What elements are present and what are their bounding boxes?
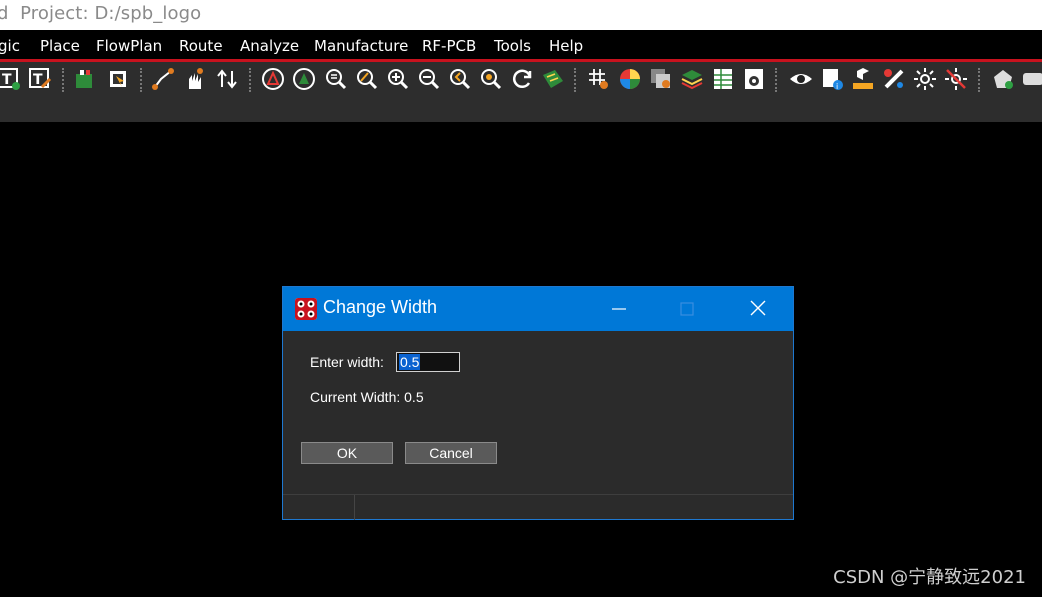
maximize-icon bbox=[680, 302, 694, 316]
component-select-icon[interactable] bbox=[106, 67, 130, 91]
toolbar-separator bbox=[249, 68, 251, 92]
menu-tools[interactable]: Tools bbox=[494, 37, 531, 55]
settings-doc-icon[interactable] bbox=[742, 67, 766, 91]
grid-icon[interactable] bbox=[587, 67, 611, 91]
brightness-icon[interactable] bbox=[913, 67, 937, 91]
color-wheel-icon[interactable] bbox=[618, 67, 642, 91]
dialog-status-bar bbox=[283, 494, 793, 520]
refresh-icon[interactable] bbox=[510, 67, 534, 91]
cancel-button[interactable]: Cancel bbox=[405, 442, 497, 464]
spreadsheet-icon[interactable] bbox=[711, 67, 735, 91]
zoom-previous-icon[interactable] bbox=[448, 67, 472, 91]
component-green-icon[interactable] bbox=[73, 67, 97, 91]
zoom-out-icon[interactable] bbox=[417, 67, 441, 91]
menu-bar: gic Place FlowPlan Route Analyze Manufac… bbox=[0, 30, 1042, 62]
menu-place[interactable]: Place bbox=[40, 37, 80, 55]
zoom-center-icon[interactable] bbox=[479, 67, 503, 91]
app-titlebar: d Project: D:/spb_logo bbox=[0, 0, 1042, 30]
drc-green-icon[interactable] bbox=[292, 67, 316, 91]
zoom-in-icon[interactable] bbox=[386, 67, 410, 91]
width-input-value: 0.5 bbox=[399, 354, 421, 370]
toolbar-separator bbox=[140, 68, 142, 92]
measure-icon[interactable] bbox=[851, 67, 875, 91]
svg-text:i: i bbox=[836, 82, 838, 91]
drc-red-icon[interactable] bbox=[261, 67, 285, 91]
minimize-button[interactable] bbox=[599, 295, 639, 323]
window-title: d Project: D:/spb_logo bbox=[0, 3, 202, 24]
menu-route[interactable]: Route bbox=[179, 37, 223, 55]
route-connect-icon[interactable] bbox=[151, 67, 175, 91]
dialog-title: Change Width bbox=[323, 297, 438, 317]
watermark: CSDN @宁静致远2021 bbox=[833, 567, 1026, 588]
visibility-eye-icon[interactable] bbox=[789, 67, 813, 91]
toolbar-separator bbox=[978, 68, 980, 92]
menu-flowplan[interactable]: FlowPlan bbox=[96, 37, 162, 55]
minimize-icon bbox=[612, 308, 626, 310]
layers-icon[interactable] bbox=[680, 67, 704, 91]
width-input[interactable]: 0.5 bbox=[396, 352, 460, 372]
menu-logic[interactable]: gic bbox=[0, 37, 20, 55]
close-button[interactable] bbox=[738, 295, 778, 323]
toolbar-row-2 bbox=[0, 98, 1042, 122]
board-3d-icon[interactable] bbox=[541, 67, 565, 91]
text-edit-icon[interactable]: T bbox=[28, 67, 52, 91]
shape-more-icon[interactable] bbox=[1022, 67, 1042, 91]
edit-brush-icon[interactable] bbox=[882, 67, 906, 91]
enter-width-label: Enter width: bbox=[310, 354, 384, 370]
zoom-pen-icon[interactable] bbox=[355, 67, 379, 91]
toolbar-separator bbox=[574, 68, 576, 92]
menu-analyze[interactable]: Analyze bbox=[240, 37, 299, 55]
menu-manufacture[interactable]: Manufacture bbox=[314, 37, 408, 55]
change-width-dialog: Change Width Enter width: 0.5 Current Wi… bbox=[282, 286, 794, 520]
slide-hand-icon[interactable] bbox=[183, 67, 207, 91]
app-logo-icon bbox=[295, 298, 317, 320]
toolbar-separator bbox=[775, 68, 777, 92]
status-divider bbox=[354, 495, 355, 520]
menu-help[interactable]: Help bbox=[549, 37, 583, 55]
menu-rf-pcb[interactable]: RF-PCB bbox=[422, 37, 476, 55]
zoom-fit-icon[interactable] bbox=[324, 67, 348, 91]
current-width-label: Current Width: 0.5 bbox=[310, 389, 424, 405]
close-icon bbox=[750, 300, 766, 316]
maximize-button[interactable] bbox=[667, 295, 707, 323]
swap-arrows-icon[interactable] bbox=[215, 67, 239, 91]
svg-text:T: T bbox=[2, 72, 12, 88]
brightness-off-icon[interactable] bbox=[944, 67, 968, 91]
text-add-icon[interactable]: T bbox=[0, 67, 21, 91]
main-toolbar: T T i bbox=[0, 62, 1042, 98]
info-doc-icon[interactable]: i bbox=[820, 67, 844, 91]
toolbar-separator bbox=[62, 68, 64, 92]
shape-add-icon[interactable] bbox=[991, 67, 1015, 91]
ok-button[interactable]: OK bbox=[301, 442, 393, 464]
dialog-titlebar[interactable]: Change Width bbox=[283, 287, 793, 331]
shadow-icon[interactable] bbox=[649, 67, 673, 91]
